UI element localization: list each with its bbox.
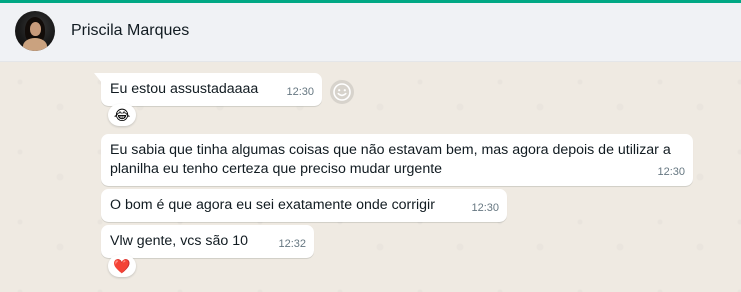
contact-name[interactable]: Priscila Marques (71, 22, 189, 40)
message-time: 12:30 (657, 166, 685, 178)
message-text: Eu estou assustadaaaa (110, 81, 259, 97)
message-reaction[interactable]: 😂 (108, 104, 136, 126)
bubble-tail (94, 73, 102, 83)
avatar-face (30, 22, 41, 36)
message-time: 12:30 (471, 202, 499, 214)
avatar-shoulder (23, 38, 47, 51)
message-time: 12:32 (278, 238, 306, 250)
message-text: O bom é que agora eu sei exatamente onde… (110, 197, 435, 213)
react-button[interactable] (330, 80, 354, 104)
message-text: Eu sabia que tinha algumas coisas que nã… (110, 142, 671, 177)
avatar[interactable] (15, 11, 55, 51)
message-bubble[interactable]: Eu estou assustadaaaa 12:30 (94, 73, 322, 106)
message-bubble[interactable]: Vlw gente, vcs são 10 12:32 (101, 225, 314, 258)
message-bubble[interactable]: O bom é que agora eu sei exatamente onde… (101, 189, 507, 222)
tears-of-joy-emoji-icon: 😂 (113, 107, 131, 123)
message-time: 12:30 (286, 86, 314, 98)
chat-header[interactable]: Priscila Marques (0, 3, 741, 62)
message-bubble[interactable]: Eu sabia que tinha algumas coisas que nã… (101, 134, 693, 186)
red-heart-emoji-icon: ❤️ (113, 258, 131, 274)
message-text: Vlw gente, vcs são 10 (110, 233, 249, 249)
smiley-icon (333, 83, 351, 101)
message-reaction[interactable]: ❤️ (108, 255, 136, 277)
